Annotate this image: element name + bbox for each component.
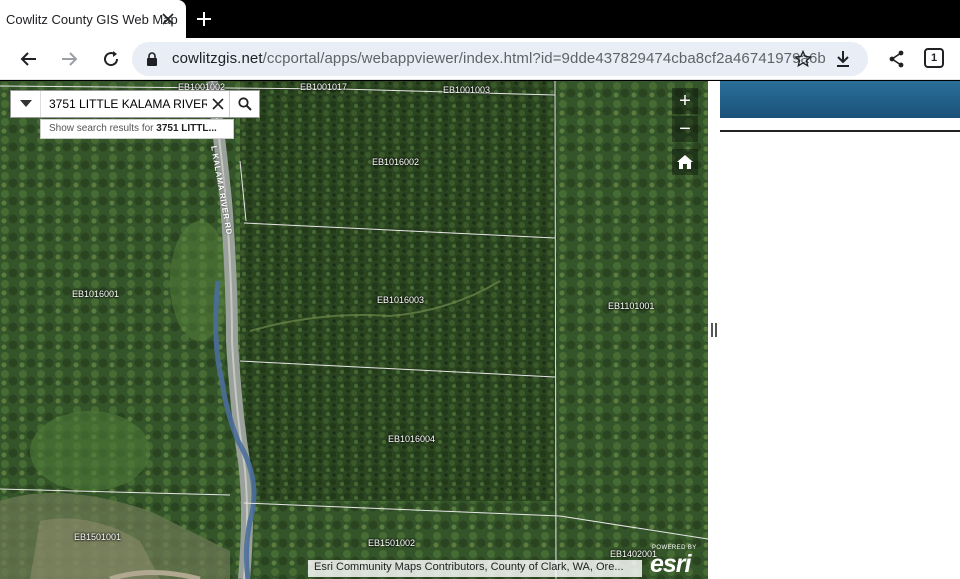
panel-splitter[interactable]: [708, 81, 720, 579]
back-icon[interactable]: [16, 46, 42, 72]
forward-icon[interactable]: [56, 46, 82, 72]
reload-icon[interactable]: [98, 46, 124, 72]
parcel-label: EB1501002: [368, 538, 416, 548]
url-path: /ccportal/apps/webappviewer/index.html?i…: [262, 50, 826, 67]
tab-count-button[interactable]: 1: [924, 48, 944, 68]
esri-logo[interactable]: POWERED BY esri: [650, 545, 704, 578]
home-icon: [677, 155, 693, 169]
map-view[interactable]: EB1001002 EB1001017 EB1001003 EB1016002 …: [0, 81, 708, 579]
new-tab-icon[interactable]: [192, 7, 216, 31]
search-source-dropdown[interactable]: [11, 91, 41, 117]
browser-toolbar: cowlitzgis.net/ccportal/apps/webappviewe…: [0, 38, 960, 80]
tab-bar: Cowlitz County GIS Web Map: [0, 0, 960, 38]
caret-down-icon: [19, 100, 32, 107]
url-text: cowlitzgis.net/ccportal/apps/webappviewe…: [172, 50, 826, 67]
map-attribution[interactable]: Esri Community Maps Contributors, County…: [308, 560, 642, 577]
url-host: cowlitzgis.net: [172, 50, 263, 67]
search-widget: [10, 90, 260, 118]
parcel-label: EB1501001: [74, 532, 122, 542]
lock-icon[interactable]: [144, 51, 160, 67]
parcel-label: EB1001003: [443, 85, 491, 95]
side-panel: [720, 81, 960, 579]
parcel-label: EB1016002: [372, 157, 420, 167]
share-icon[interactable]: [884, 46, 910, 72]
download-icon[interactable]: [832, 48, 854, 70]
parcel-label: EB1001017: [300, 82, 348, 92]
home-button[interactable]: [672, 149, 698, 175]
search-suggestion[interactable]: Show search results for 3751 LITTL...: [40, 119, 234, 139]
parcel-label: EB1016003: [377, 295, 425, 305]
parcel-label: EB1016001: [72, 289, 120, 299]
zoom-out-button[interactable]: −: [672, 116, 698, 142]
close-tab-icon[interactable]: [158, 9, 178, 29]
satellite-imagery: [0, 81, 708, 579]
bookmark-star-icon[interactable]: [792, 48, 814, 70]
clear-search-icon[interactable]: [207, 91, 229, 117]
panel-header: [720, 81, 960, 118]
search-icon: [237, 97, 252, 111]
address-bar[interactable]: cowlitzgis.net/ccportal/apps/webappviewe…: [132, 42, 868, 76]
browser-tab[interactable]: Cowlitz County GIS Web Map: [0, 0, 186, 38]
search-input[interactable]: [41, 91, 207, 117]
suggestion-term: 3751 LITTL...: [156, 123, 217, 134]
parcel-label: EB1016004: [388, 434, 436, 444]
panel-divider: [720, 130, 960, 132]
parcel-label: EB1101001: [608, 301, 655, 311]
search-button[interactable]: [229, 91, 259, 117]
tab-title: Cowlitz County GIS Web Map: [6, 11, 178, 27]
drag-handle-icon[interactable]: [711, 323, 717, 337]
zoom-in-button[interactable]: +: [672, 88, 698, 114]
suggestion-prefix: Show search results for: [49, 123, 157, 134]
esri-wordmark: esri: [650, 550, 691, 578]
